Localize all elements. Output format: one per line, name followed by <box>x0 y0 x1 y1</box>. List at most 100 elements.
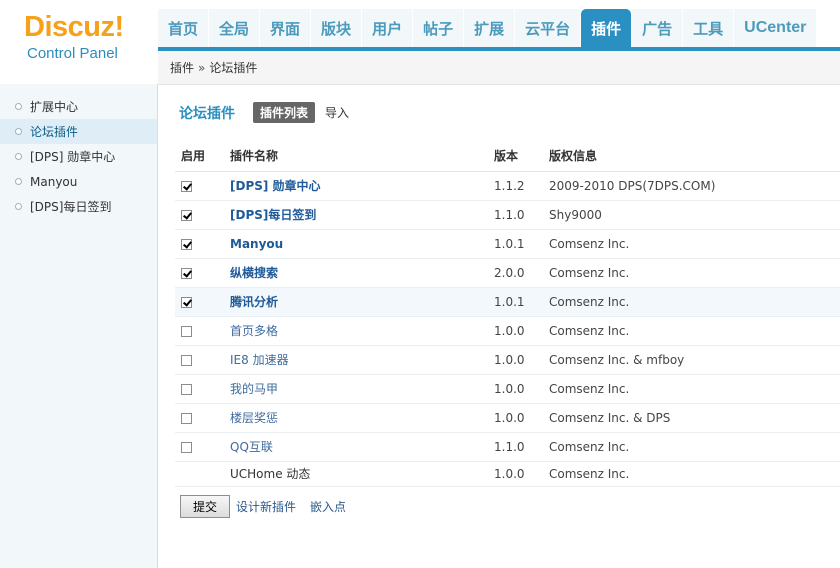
plugin-version: 1.0.0 <box>494 461 549 487</box>
sidebar-item-forum-plugins[interactable]: 论坛插件 <box>0 119 157 144</box>
sidebar-item-manyou[interactable]: Manyou <box>0 169 157 194</box>
logo[interactable]: Discuz! Control Panel <box>0 0 158 84</box>
breadcrumb-parent[interactable]: 插件 <box>170 59 194 76</box>
logo-subtitle: Control Panel <box>27 45 118 62</box>
table-row: 楼层奖惩 1.0.0 Comsenz Inc. & DPS <box>175 403 840 433</box>
sidebar-item-label: Manyou <box>30 174 78 189</box>
plugin-version: 2.0.0 <box>494 258 549 288</box>
nav-extended[interactable]: 扩展 <box>464 9 515 47</box>
plugin-copyright: Comsenz Inc. <box>549 258 840 288</box>
plugin-name-link[interactable]: QQ互联 <box>230 440 273 454</box>
sidebar-menu: 扩展中心 论坛插件 [DPS] 勋章中心 Manyou [DPS]每日签到 <box>0 84 157 219</box>
breadcrumb-separator: » <box>198 60 206 75</box>
sidebar-item-label: 论坛插件 <box>30 125 79 139</box>
plugin-version: 1.0.0 <box>494 316 549 346</box>
plugin-name-link[interactable]: 我的马甲 <box>230 382 278 396</box>
plugin-version: 1.0.0 <box>494 374 549 404</box>
sidebar-item-label: [DPS] 勋章中心 <box>30 150 116 164</box>
table-row: Manyou 1.0.1 Comsenz Inc. <box>175 229 840 259</box>
table-row: [DPS] 勋章中心 1.1.2 2009-2010 DPS(7DPS.COM) <box>175 171 840 201</box>
table-row: UCHome 动态 1.0.0 Comsenz Inc. <box>175 461 840 487</box>
top-nav: 首页 全局 界面 版块 用户 帖子 扩展 云平台 插件 广告 工具 UCente… <box>158 9 817 47</box>
enable-checkbox[interactable] <box>181 354 192 366</box>
plugin-name-link[interactable]: [DPS] 勋章中心 <box>230 179 321 193</box>
plugin-version: 1.0.0 <box>494 345 549 375</box>
plugin-name-link[interactable]: 首页多格 <box>230 324 278 338</box>
bullet-icon <box>15 153 22 160</box>
sidebar-item-cloud-addons[interactable]: 扩展中心 <box>0 94 157 119</box>
plugin-version: 1.1.2 <box>494 171 549 201</box>
sidebar-item-dps-signin[interactable]: [DPS]每日签到 <box>0 194 157 219</box>
tab-import[interactable]: 导入 <box>325 104 349 121</box>
plugin-name-link[interactable]: IE8 加速器 <box>230 353 289 367</box>
enable-checkbox[interactable] <box>181 238 192 250</box>
plugin-copyright: 2009-2010 DPS(7DPS.COM) <box>549 171 840 201</box>
bullet-icon <box>15 203 22 210</box>
plugin-name-link[interactable]: 腾讯分析 <box>230 295 278 309</box>
nav-adv[interactable]: 广告 <box>632 9 683 47</box>
nav-ucenter[interactable]: UCenter <box>734 9 817 47</box>
bullet-icon <box>15 103 22 110</box>
plugin-version: 1.0.1 <box>494 229 549 259</box>
footer-actions: 提交 设计新插件 嵌入点 <box>180 495 360 518</box>
logo-wordmark: Discuz! <box>24 11 124 43</box>
page-title: 论坛插件 <box>179 105 235 122</box>
nav-topic[interactable]: 帖子 <box>413 9 464 47</box>
enable-checkbox[interactable] <box>181 412 192 424</box>
enable-checkbox[interactable] <box>181 296 192 308</box>
plugin-version: 1.0.0 <box>494 403 549 433</box>
header: Discuz! Control Panel 首页 全局 界面 版块 用户 帖子 … <box>0 0 840 84</box>
enable-checkbox[interactable] <box>181 267 192 279</box>
plugin-name-link[interactable]: 纵横搜索 <box>230 266 278 280</box>
bullet-icon <box>15 178 22 185</box>
tab-plugin-list[interactable]: 插件列表 <box>253 102 316 123</box>
plugin-version: 1.1.0 <box>494 200 549 230</box>
table-row: [DPS]每日签到 1.1.0 Shy9000 <box>175 200 840 230</box>
plugin-copyright: Comsenz Inc. <box>549 432 840 462</box>
hook-link[interactable]: 嵌入点 <box>310 498 346 515</box>
plugin-name-link[interactable]: [DPS]每日签到 <box>230 208 316 222</box>
enable-checkbox[interactable] <box>181 383 192 395</box>
nav-home[interactable]: 首页 <box>158 9 209 47</box>
column-header-enabled: 启用 <box>175 141 230 172</box>
main-content: 论坛插件 插件列表 导入 启用 插件名称 版本 版权信息 [DPS] 勋章中心 … <box>159 85 840 568</box>
design-plugin-link[interactable]: 设计新插件 <box>236 498 296 515</box>
plugin-copyright: Comsenz Inc. & mfboy <box>549 345 840 375</box>
table-header-row: 启用 插件名称 版本 版权信息 <box>175 141 840 172</box>
plugin-copyright: Shy9000 <box>549 200 840 230</box>
table-row: 腾讯分析 1.0.1 Comsenz Inc. <box>175 287 840 317</box>
enable-checkbox[interactable] <box>181 209 192 221</box>
plugin-version: 1.1.0 <box>494 432 549 462</box>
enable-checkbox[interactable] <box>181 180 192 192</box>
column-header-name: 插件名称 <box>230 141 494 172</box>
plugin-copyright: Comsenz Inc. <box>549 461 840 487</box>
column-header-version: 版本 <box>494 141 549 172</box>
nav-plugin[interactable]: 插件 <box>581 9 632 47</box>
sidebar-item-label: 扩展中心 <box>30 100 79 114</box>
nav-user[interactable]: 用户 <box>362 9 413 47</box>
table-row: 我的马甲 1.0.0 Comsenz Inc. <box>175 374 840 404</box>
bullet-icon <box>15 128 22 135</box>
table-row: 首页多格 1.0.0 Comsenz Inc. <box>175 316 840 346</box>
sidebar-item-label: [DPS]每日签到 <box>30 200 112 214</box>
breadcrumb-current: 论坛插件 <box>209 61 258 75</box>
nav-cloud[interactable]: 云平台 <box>515 9 581 47</box>
table-row: QQ互联 1.1.0 Comsenz Inc. <box>175 432 840 462</box>
page-header: 论坛插件 插件列表 导入 <box>179 102 349 123</box>
plugin-copyright: Comsenz Inc. & DPS <box>549 403 840 433</box>
nav-tools[interactable]: 工具 <box>683 9 734 47</box>
submit-button[interactable]: 提交 <box>180 495 230 518</box>
table-row: 纵横搜索 2.0.0 Comsenz Inc. <box>175 258 840 288</box>
breadcrumb: 插件 » 论坛插件 <box>158 51 840 85</box>
nav-style[interactable]: 界面 <box>260 9 311 47</box>
enable-checkbox[interactable] <box>181 325 192 337</box>
sidebar-item-dps-medal[interactable]: [DPS] 勋章中心 <box>0 144 157 169</box>
nav-forum[interactable]: 版块 <box>311 9 362 47</box>
plugin-name-link[interactable]: Manyou <box>230 237 283 251</box>
plugin-copyright: Comsenz Inc. <box>549 229 840 259</box>
enable-checkbox[interactable] <box>181 441 192 453</box>
plugin-name-link[interactable]: 楼层奖惩 <box>230 411 278 425</box>
table-row: IE8 加速器 1.0.0 Comsenz Inc. & mfboy <box>175 345 840 375</box>
nav-global[interactable]: 全局 <box>209 9 260 47</box>
plugin-copyright: Comsenz Inc. <box>549 374 840 404</box>
